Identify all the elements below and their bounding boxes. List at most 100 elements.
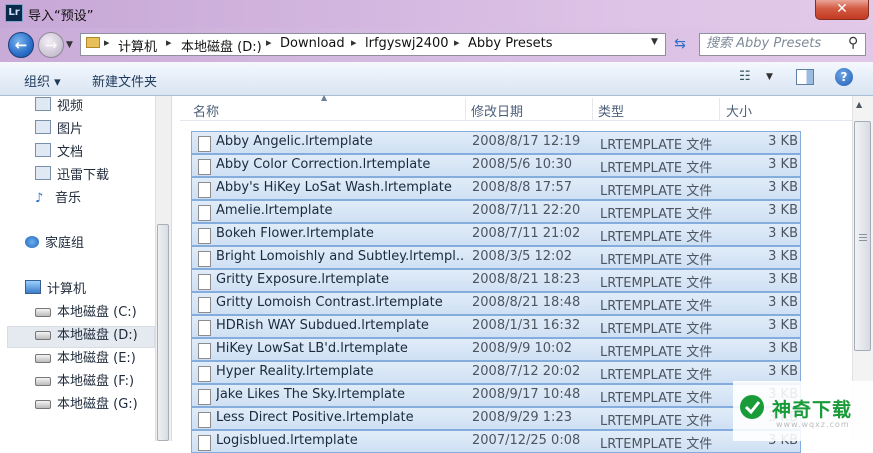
- column-divider[interactable]: [719, 98, 720, 120]
- help-icon[interactable]: ?: [835, 68, 853, 86]
- breadcrumb-drive-d[interactable]: 本地磁盘 (D:): [181, 36, 262, 55]
- window-title: 导入“预设”: [28, 9, 94, 24]
- view-options-icon[interactable]: ☷: [739, 70, 755, 84]
- column-divider[interactable]: [465, 98, 466, 120]
- file-type: LRTEMPLATE 文件: [600, 437, 713, 452]
- column-header-date[interactable]: 修改日期: [471, 101, 523, 120]
- file-size: 3 KB: [768, 157, 798, 172]
- organize-button[interactable]: 组织 ▾: [24, 71, 61, 90]
- computer-icon: [25, 280, 41, 294]
- file-date: 2008/7/11 21:02: [472, 226, 581, 241]
- nav-item-label: 家庭组: [45, 236, 85, 251]
- file-size: 3 KB: [768, 203, 798, 218]
- new-folder-button[interactable]: 新建文件夹: [92, 71, 157, 90]
- file-row[interactable]: Hyper Reality.lrtemplate 2008/7/12 20:02 L…: [191, 361, 801, 384]
- file-name: Jake Likes The Sky.lrtemplate: [216, 387, 406, 402]
- column-header-type[interactable]: 类型: [598, 101, 624, 120]
- file-row[interactable]: Bright Lomoishly and Subtley.lrtempl... 2…: [191, 246, 801, 269]
- nav-item[interactable]: 家庭组: [25, 233, 84, 255]
- file-size: 3 KB: [768, 318, 798, 333]
- file-type: LRTEMPLATE 文件: [600, 161, 713, 176]
- file-list-scroll-thumb[interactable]: [854, 121, 871, 351]
- lightroom-app-icon: Lr: [5, 4, 23, 22]
- nav-item[interactable]: 本地磁盘 (G:): [35, 394, 138, 416]
- file-row[interactable]: Abby Color Correction.lrtemplate 2008/5/6…: [191, 154, 801, 177]
- file-icon: [198, 366, 211, 382]
- file-date: 2008/3/5 12:02: [472, 249, 572, 264]
- preview-pane-icon[interactable]: [796, 69, 814, 85]
- nav-item-label: 视频: [57, 99, 84, 114]
- recent-pages-dropdown[interactable]: ▼: [66, 40, 73, 50]
- breadcrumb-download[interactable]: Download: [280, 36, 345, 51]
- file-row[interactable]: Gritty Exposure.lrtemplate 2008/8/21 18:2…: [191, 269, 801, 292]
- file-date: 2008/9/9 10:02: [472, 341, 572, 356]
- breadcrumb-lrfgyswj2400[interactable]: lrfgyswj2400: [365, 36, 449, 51]
- nav-item[interactable]: 迅雷下载: [35, 165, 109, 187]
- breadcrumb-separator-icon[interactable]: ▸: [454, 36, 460, 49]
- file-date: 2008/7/12 20:02: [472, 364, 581, 379]
- nav-item[interactable]: 计算机: [25, 279, 86, 301]
- breadcrumb-separator-icon[interactable]: ▸: [266, 36, 272, 49]
- file-icon: [198, 320, 211, 336]
- file-row[interactable]: Abby Angelic.lrtemplate 2008/8/17 12:19 LR…: [191, 131, 801, 154]
- column-header-name[interactable]: 名称: [193, 101, 219, 120]
- watermark-text: 神奇下载: [772, 399, 853, 421]
- breadcrumb-abby-presets[interactable]: Abby Presets: [468, 36, 553, 51]
- nav-item[interactable]: 图片: [35, 119, 83, 141]
- file-row[interactable]: Gritty Lomoish Contrast.lrtemplate 2008/8…: [191, 292, 801, 315]
- drive-icon: [35, 331, 51, 340]
- search-icon[interactable]: ⚲: [848, 35, 858, 51]
- refresh-icon: ⇆: [674, 36, 686, 52]
- file-type: LRTEMPLATE 文件: [600, 322, 713, 337]
- file-date: 2008/1/31 16:32: [472, 318, 581, 333]
- file-type: LRTEMPLATE 文件: [600, 276, 713, 291]
- nav-item[interactable]: 文档: [35, 142, 83, 164]
- nav-item[interactable]: 本地磁盘 (F:): [35, 371, 134, 393]
- column-divider[interactable]: [592, 98, 593, 120]
- breadcrumb-separator-icon[interactable]: ▸: [166, 36, 172, 49]
- file-type: LRTEMPLATE 文件: [600, 414, 713, 429]
- file-row[interactable]: Jake Likes The Sky.lrtemplate 2008/9/17 1…: [191, 384, 801, 407]
- file-size: 3 KB: [768, 249, 798, 264]
- nav-item-label: 计算机: [47, 282, 87, 297]
- close-button[interactable]: ✕: [815, 0, 869, 20]
- file-date: 2008/9/17 10:48: [472, 387, 581, 402]
- file-row[interactable]: Bokeh Flower.lrtemplate 2008/7/11 21:02 LR…: [191, 223, 801, 246]
- file-type: LRTEMPLATE 文件: [600, 138, 713, 153]
- breadcrumb-separator-icon[interactable]: ▸: [351, 36, 357, 49]
- nav-item-label: 图片: [57, 122, 84, 137]
- search-input[interactable]: [706, 36, 846, 51]
- nav-item[interactable]: 本地磁盘 (D:): [35, 325, 138, 347]
- file-icon: [198, 389, 211, 405]
- file-row[interactable]: Logisblued.lrtemplate 2007/12/25 0:08 LRTE…: [191, 430, 801, 453]
- file-row[interactable]: HDRish WAY Subdued.lrtemplate 2008/1/31 1…: [191, 315, 801, 338]
- address-dropdown-icon[interactable]: ▼: [651, 37, 658, 47]
- grip-line: [859, 240, 867, 241]
- file-size: 3 KB: [768, 180, 798, 195]
- nav-item[interactable]: ♪ 音乐: [35, 188, 81, 210]
- file-size: 3 KB: [768, 295, 798, 310]
- breadcrumb-computer[interactable]: 计算机: [118, 36, 157, 55]
- file-row[interactable]: Amelie.lrtemplate 2008/7/11 22:20 LRTEMPLA…: [191, 200, 801, 223]
- file-icon: [198, 205, 211, 221]
- nav-item[interactable]: 本地磁盘 (E:): [35, 348, 136, 370]
- file-row[interactable]: HiKey LowSat LB'd.lrtemplate 2008/9/9 10:…: [191, 338, 801, 361]
- back-button[interactable]: ←: [8, 32, 34, 58]
- file-type: LRTEMPLATE 文件: [600, 253, 713, 268]
- nav-scroll-thumb[interactable]: [157, 224, 169, 441]
- nav-item[interactable]: 视频: [35, 96, 83, 118]
- view-dropdown-icon[interactable]: ▼: [766, 72, 773, 82]
- file-type: LRTEMPLATE 文件: [600, 345, 713, 360]
- file-row[interactable]: Less Direct Positive.lrtemplate 2008/9/29…: [191, 407, 801, 430]
- document-icon: [35, 143, 51, 157]
- file-size: 3 KB: [768, 226, 798, 241]
- column-header-size[interactable]: 大小: [726, 101, 752, 120]
- file-row[interactable]: Abby's HiKey LoSat Wash.lrtemplate 2008/8…: [191, 177, 801, 200]
- nav-item[interactable]: 本地磁盘 (C:): [35, 302, 137, 324]
- picture-icon: [35, 120, 51, 134]
- forward-button[interactable]: →: [38, 32, 64, 58]
- file-type: LRTEMPLATE 文件: [600, 391, 713, 406]
- scroll-up-icon[interactable]: ▲: [856, 100, 862, 109]
- refresh-button[interactable]: ⇆: [669, 34, 691, 55]
- breadcrumb-separator-icon[interactable]: ▸: [104, 36, 110, 49]
